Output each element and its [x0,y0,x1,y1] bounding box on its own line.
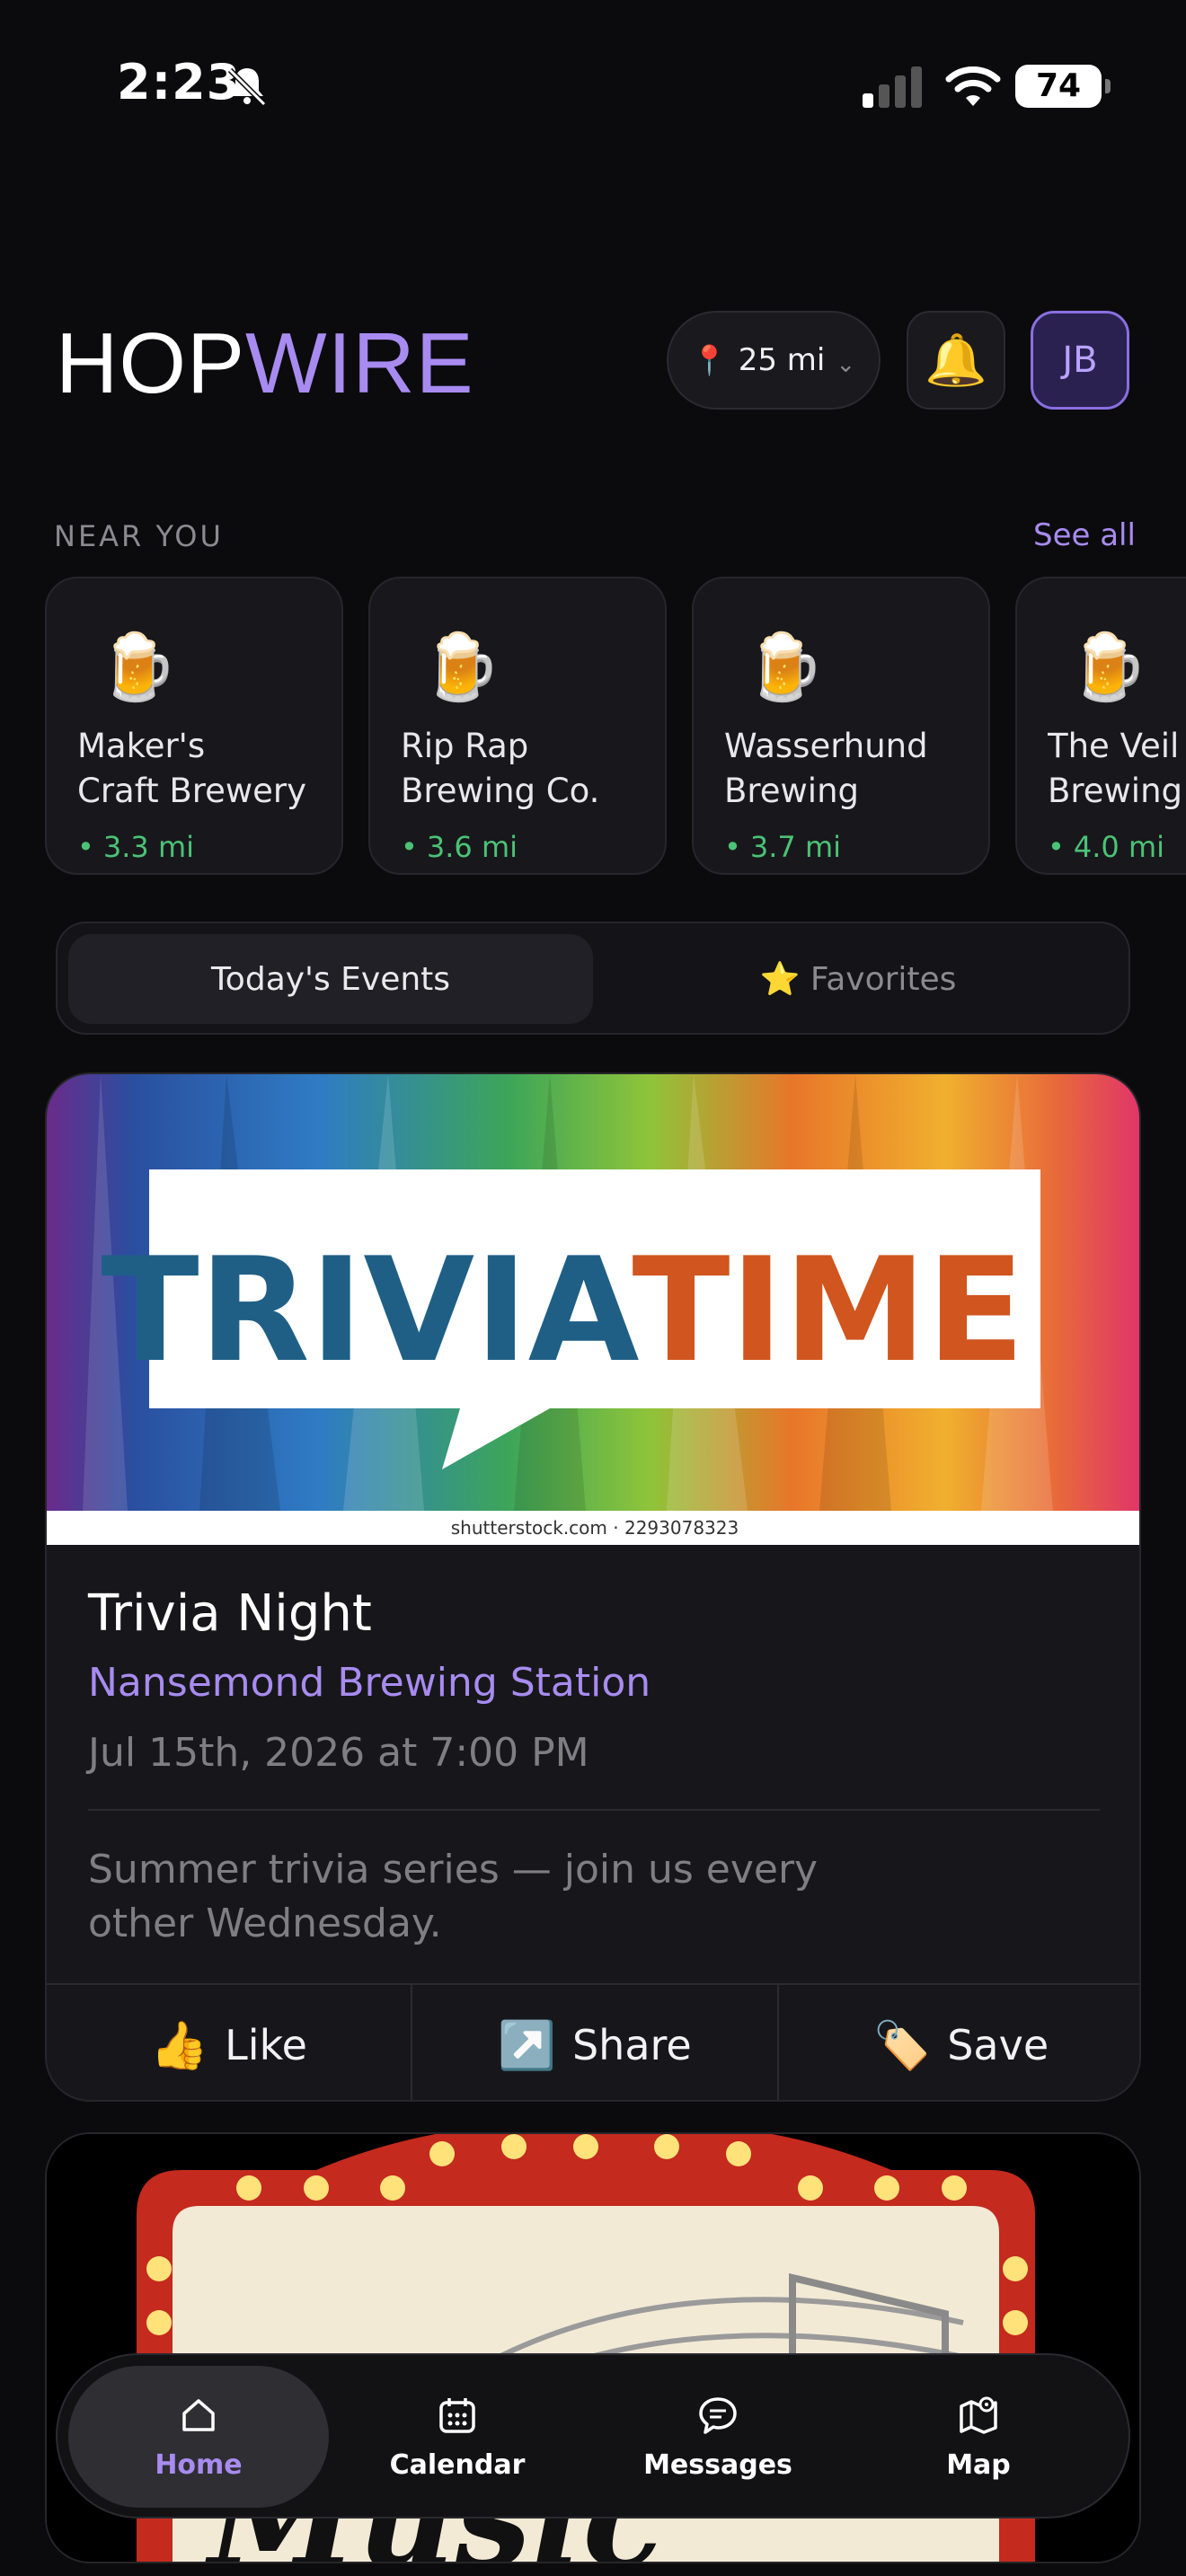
status-time: 2:23 [117,54,242,110]
calendar-icon [439,2397,475,2433]
brewery-card[interactable]: 🍺 The Veil Brewing Co. 4.0 mi [1015,577,1186,875]
brewery-card[interactable]: 🍺 Wasserhund Brewing 3.7 mi [692,577,990,875]
event-venue-link[interactable]: Nansemond Brewing Station [88,1660,651,1706]
banner-text-trivia: TRIVIA [101,1226,639,1394]
image-watermark: shutterstock.com · 2293078323 [451,1517,739,1539]
share-button[interactable]: ↗️ Share [412,1985,779,2100]
beer-icon: 🍺 [420,629,501,704]
battery-indicator: 74 [1015,65,1111,108]
brewery-distance: 4.0 mi [1048,830,1164,864]
app-logo: HOPWIRE [56,314,474,413]
save-label: Save [947,2021,1049,2069]
nav-label-messages: Messages [643,2448,792,2481]
bell-muted-icon [227,67,267,107]
chevron-down-icon: ⌄ [836,351,856,378]
brewery-name: Rip Rap Brewing Co. [401,727,600,810]
notifications-button[interactable]: 🔔 [907,311,1005,410]
map-icon [960,2396,997,2434]
tab-todays-events[interactable]: Today's Events [68,934,593,1024]
bottom-nav: Home Calendar Messages Map [56,2353,1130,2519]
brewery-distance: 3.7 mi [724,830,841,864]
event-actions: 👍 Like ↗️ Share 🏷️ Save [47,1983,1139,2100]
nav-item-messages[interactable]: Messages [588,2366,848,2508]
divider [88,1809,1100,1811]
logo-hop: HOP [56,315,246,411]
brewery-name: The Veil Brewing Co. [1048,727,1183,810]
brewery-distance: 3.6 mi [401,830,518,864]
chat-bubble-icon [699,2396,737,2434]
brewery-distance: 3.3 mi [77,830,194,864]
like-button[interactable]: 👍 Like [47,1985,413,2100]
banner-text-time: TIME [632,1226,1024,1394]
beer-icon: 🍺 [744,629,825,704]
tag-icon: 🏷️ [872,2018,932,2073]
like-label: Like [225,2021,307,2069]
home-icon [182,2398,215,2431]
brewery-name: Wasserhund Brewing [724,727,928,810]
share-arrow-icon: ↗️ [498,2018,556,2073]
nav-item-calendar[interactable]: Calendar [327,2366,588,2508]
avatar[interactable]: JB [1031,311,1129,410]
radius-label: 25 mi [738,342,826,378]
logo-wire: WIRE [245,315,474,411]
tab-favorites[interactable]: ⭐ Favorites [600,934,1116,1024]
bell-icon: 🔔 [925,331,987,390]
share-label: Share [571,2021,692,2069]
radius-selector[interactable]: 📍 25 mi ⌄ [667,311,881,410]
beer-icon: 🍺 [1067,629,1148,704]
brewery-card[interactable]: 🍺 Maker's Craft Brewery 3.3 mi [45,577,343,875]
cellular-signal-icon [863,66,922,108]
nav-label-map: Map [946,2448,1011,2481]
save-button[interactable]: 🏷️ Save [779,1985,1139,2100]
thumbs-up-icon: 👍 [150,2018,209,2073]
wifi-icon [945,66,1001,106]
see-all-link[interactable]: See all [1033,517,1136,553]
event-card[interactable]: TRIVIA TIME shutterstock.com · 229307832… [45,1072,1141,2102]
beer-icon: 🍺 [97,629,178,704]
nav-label-calendar: Calendar [389,2448,526,2481]
event-image: TRIVIA TIME shutterstock.com · 229307832… [47,1074,1139,1545]
pin-icon: 📍 [691,343,728,377]
event-tabs: Today's Events ⭐ Favorites [56,922,1130,1035]
brewery-card[interactable]: 🍺 Rip Rap Brewing Co. 3.6 mi [368,577,667,875]
section-label-near-you: NEAR YOU [54,519,224,553]
nav-label-home: Home [155,2448,243,2481]
brewery-name: Maker's Craft Brewery [77,727,307,810]
event-title: Trivia Night [88,1584,372,1643]
event-description: Summer trivia series — join us every oth… [88,1847,819,1946]
nav-item-home[interactable]: Home [68,2366,329,2508]
event-date: Jul 15th, 2026 at 7:00 PM [88,1730,589,1776]
nav-item-map[interactable]: Map [848,2366,1109,2508]
